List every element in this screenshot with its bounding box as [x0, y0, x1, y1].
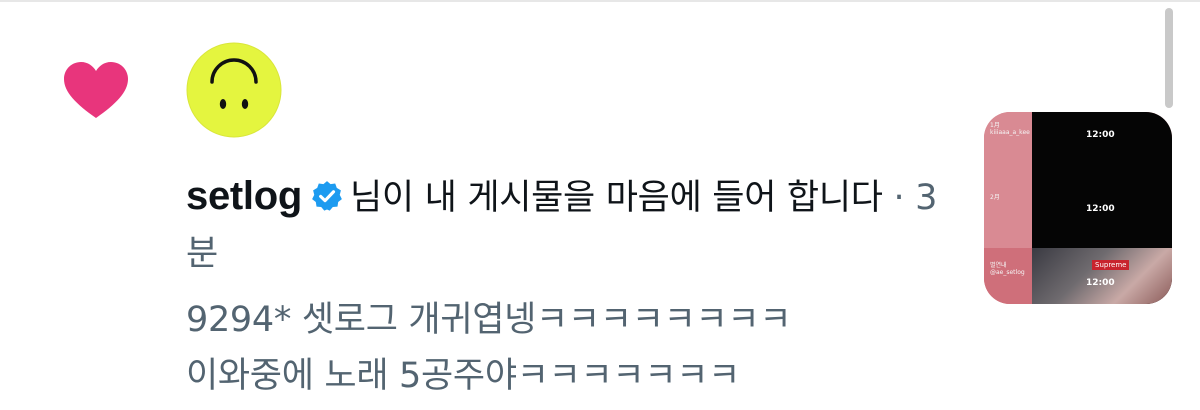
avatar[interactable] [186, 42, 282, 138]
verified-badge-icon [312, 181, 342, 211]
comment-line: 이와중에 노래 5공주야ㅋㅋㅋㅋㅋㅋㅋ [186, 356, 741, 396]
username[interactable]: setlog [186, 174, 302, 218]
thumbnail-photo [1032, 248, 1172, 304]
thumbnail-side-label: 별연내 @ae_setlog [990, 262, 1025, 276]
thumbnail-clock: 12:00 [1086, 204, 1115, 214]
thumbnail-clock: 12:00 [1086, 278, 1115, 288]
thumbnail-side-label: 1月 kiiiaaa_a_kee [990, 122, 1030, 136]
notification-text: setlog 님이 내 게시물을 마음에 들어 합니다 · 3분 [186, 168, 946, 282]
thumbnail-bottom-strip [984, 248, 1032, 304]
post-thumbnail[interactable]: 1月 kiiiaaa_a_kee 2月 별연내 @ae_setlog 3月 12… [984, 112, 1172, 304]
action-text: 님이 내 게시물을 마음에 들어 합니다 [350, 178, 883, 218]
comment-line: 9294* 셋로그 개귀엽넹ㅋㅋㅋㅋㅋㅋㅋㅋ [186, 300, 792, 340]
heart-icon [64, 62, 128, 118]
scrollbar[interactable] [1165, 8, 1173, 108]
comment-text: 9294* 셋로그 개귀엽넹ㅋㅋㅋㅋㅋㅋㅋㅋ 이와중에 노래 5공주야ㅋㅋㅋㅋㅋ… [186, 292, 946, 404]
thumbnail-clock: 12:00 [1086, 130, 1115, 140]
separator-dot: · [893, 178, 905, 218]
thumbnail-side-label: 2月 [990, 194, 1000, 201]
top-divider [0, 0, 1200, 2]
thumbnail-brand-text: Supreme [1092, 260, 1130, 270]
